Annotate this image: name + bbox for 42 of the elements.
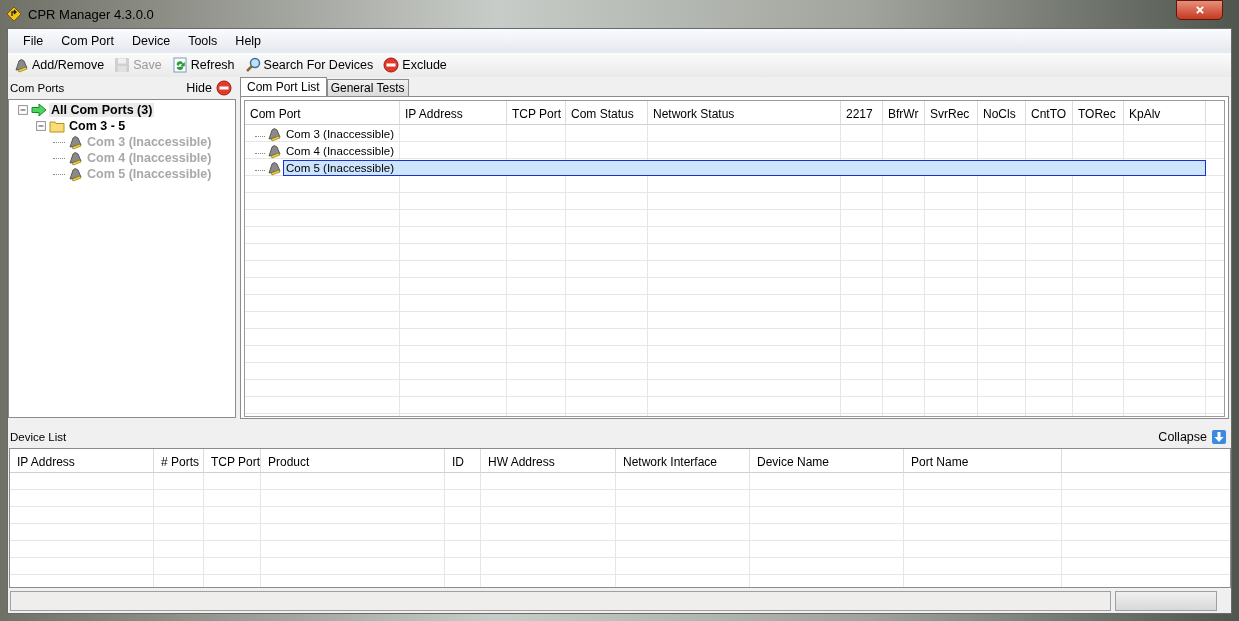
bell-icon [67,150,83,166]
collapse-icon[interactable] [35,121,47,131]
panel-title: Device List [10,431,67,443]
close-icon [1194,5,1205,15]
collapse-button[interactable]: Collapse [1156,429,1229,445]
menu-item[interactable]: File [14,34,53,48]
refresh-icon [171,57,188,73]
tree-item[interactable]: Com 3 - 5 [67,119,128,133]
table-row[interactable]: Com 3 (Inaccessible) [283,125,1206,142]
collapse-icon[interactable] [17,105,29,115]
close-button[interactable] [1176,0,1223,20]
bell-icon [67,166,83,182]
bell-icon [266,159,282,176]
bell-icon [266,142,282,159]
table-row[interactable]: Com 4 (Inaccessible) [283,142,1206,159]
panel-title: Com Ports [10,82,65,94]
diamond-logo-icon [6,6,22,22]
menu-item[interactable]: Help [226,34,271,48]
arrow-icon [31,102,47,118]
menu-item[interactable]: Tools [179,34,227,48]
table-row[interactable]: Com 5 (Inaccessible) [283,159,1206,176]
window-title: CPR Manager 4.3.0.0 [28,6,154,22]
bell-icon [13,57,29,73]
tab[interactable]: Com Port List [240,77,327,96]
toolbar-button[interactable]: Add/Remove [10,55,108,75]
no-entry-icon [383,57,400,73]
bell-icon [266,125,282,142]
toolbar-button[interactable]: Exclude [380,55,450,75]
menu-item[interactable]: Device [122,34,180,48]
tab[interactable]: General Tests [326,79,409,96]
menu-item[interactable]: Com Port [52,34,123,48]
magnifier-icon [244,57,261,73]
table-cell-text: Com 3 (Inaccessible) [285,127,395,140]
hide-button[interactable]: Hide [184,80,234,96]
table-cell-text: Com 4 (Inaccessible) [285,144,395,157]
toolbar-button[interactable]: Search For Devices [241,55,377,75]
toolbar-button[interactable]: Refresh [168,55,238,75]
bell-icon [67,134,83,150]
table-cell-text: Com 5 (Inaccessible) [285,161,395,174]
tree-item[interactable]: All Com Ports (3) [49,103,155,117]
down-arrow-icon [1211,429,1227,445]
no-entry-icon [216,80,232,96]
